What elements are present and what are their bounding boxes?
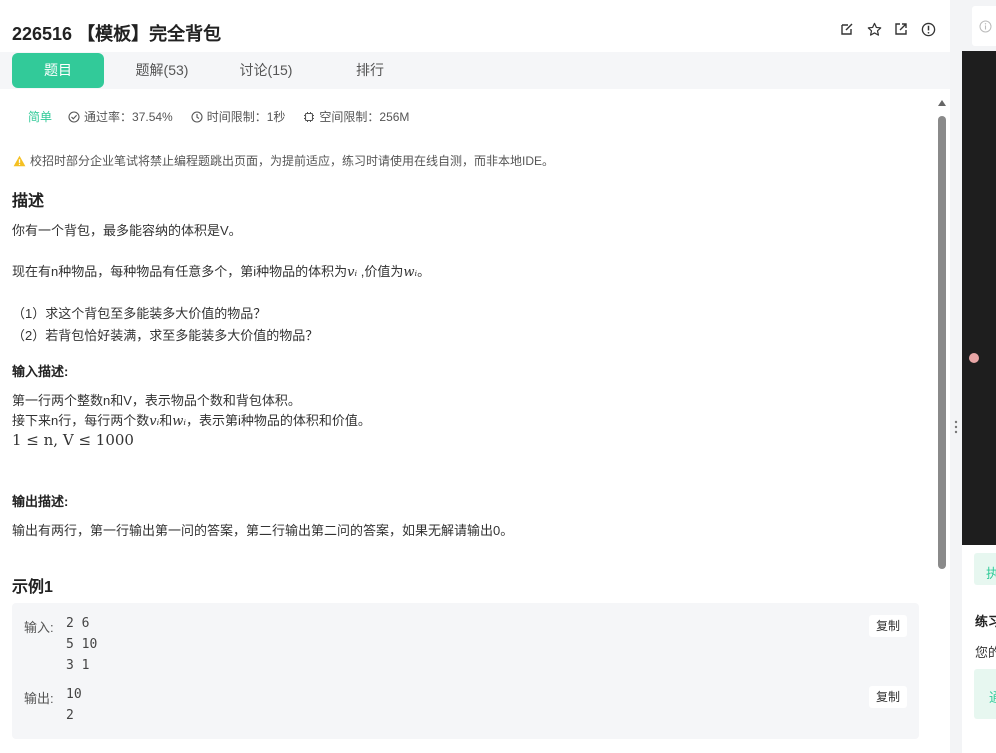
description-line-4: （2）若背包恰好装满，求至多能装多大价值的物品？	[12, 328, 319, 343]
run-panel: 执 练习 您的 通	[962, 545, 996, 753]
example-input-label: 输入:	[24, 620, 54, 635]
scroll-up-arrow[interactable]	[938, 100, 946, 106]
copy-input-button[interactable]: 复制	[869, 615, 907, 637]
description-line-1: 你有一个背包，最多能容纳的体积是V。	[12, 223, 242, 238]
difficulty-badge: 简单	[28, 110, 53, 124]
title-actions	[839, 21, 936, 37]
content-scrollbar[interactable]	[936, 96, 948, 753]
problem-meta: 简单 通过率：37.54% 时间限制：1秒 空间限制：256M	[28, 108, 427, 125]
example-heading: 示例1	[12, 579, 53, 596]
editor-topbar	[972, 6, 996, 46]
space-limit-text: 空间限制：256M	[319, 110, 410, 124]
math-v-i: vᵢ	[149, 414, 160, 429]
time-limit: 时间限制：1秒	[191, 108, 286, 125]
problem-panel: 226516 【模板】完全背包 题目 题解(53) 讨论(15) 排行 简单 通…	[0, 0, 950, 753]
pass-rate: 通过率：37.54%	[68, 108, 173, 125]
example-input-code[interactable]: 2 6 5 10 3 1	[66, 613, 97, 676]
practice-text: 您的	[975, 645, 996, 660]
example-output-label: 输出:	[24, 691, 54, 706]
breakpoint-dot	[969, 353, 979, 363]
notice-text: 校招时部分企业笔试将禁止编程题跳出页面，为提前适应，练习时请使用在线自测，而非本…	[30, 154, 555, 168]
time-limit-text: 时间限制：1秒	[206, 110, 286, 124]
scrollbar-thumb[interactable]	[938, 116, 946, 569]
notice: 校招时部分企业笔试将禁止编程题跳出页面，为提前适应，练习时请使用在线自测，而非本…	[13, 152, 554, 169]
description-heading: 描述	[12, 193, 45, 210]
report-icon[interactable]	[920, 21, 936, 37]
input-line-2: 接下来n行，每行两个数vᵢ和wᵢ，表示第i种物品的体积和价值。	[12, 413, 371, 429]
output-heading: 输出描述:	[12, 494, 69, 509]
tab-solutions[interactable]: 题解(53)	[116, 53, 208, 88]
problem-title: 226516 【模板】完全背包	[12, 24, 222, 44]
memory-icon	[304, 111, 315, 122]
panel-resize-handle[interactable]	[953, 418, 959, 436]
clock-icon	[191, 110, 203, 123]
example-output-code[interactable]: 10 2	[66, 684, 82, 726]
practice-title: 练习	[975, 614, 996, 629]
output-line-1: 输出有两行，第一行输出第一问的答案，第二行输出第二问的答案，如果无解请输出0。	[12, 523, 514, 538]
share-icon[interactable]	[893, 21, 909, 37]
page: 226516 【模板】完全背包 题目 题解(53) 讨论(15) 排行 简单 通…	[0, 0, 996, 753]
example-box: 输入: 2 6 5 10 3 1 复制 输出: 10 2 复制	[12, 603, 919, 739]
star-icon[interactable]	[866, 21, 882, 37]
input-constraint: 1 ≤ n, V ≤ 1000	[12, 431, 134, 449]
run-button[interactable]: 执	[974, 553, 996, 585]
space-limit: 空间限制：256M	[303, 108, 409, 125]
math-w-i: wᵢ	[403, 265, 418, 280]
description-line-2: 现在有n种物品，每种物品有任意多个，第i种物品的体积为vᵢ ,价值为wᵢ。	[12, 264, 431, 280]
edit-icon[interactable]	[839, 21, 855, 37]
info-icon[interactable]	[979, 20, 992, 33]
description-line-3: （1）求这个背包至多能装多大价值的物品？	[12, 306, 267, 321]
editor-panel: 执 练习 您的 通	[962, 0, 996, 753]
input-line-1: 第一行两个整数n和V，表示物品个数和背包体积。	[12, 393, 301, 408]
input-heading: 输入描述:	[12, 364, 69, 379]
math-v-i: vᵢ	[347, 265, 358, 280]
title-bar: 226516 【模板】完全背包	[0, 0, 950, 52]
tab-problem[interactable]: 题目	[12, 53, 104, 88]
pass-rate-text: 通过率：37.54%	[84, 110, 173, 124]
warning-icon	[13, 155, 26, 166]
problem-content: 简单 通过率：37.54% 时间限制：1秒 空间限制：256M 校招时部分企业笔…	[0, 89, 930, 753]
copy-output-button[interactable]: 复制	[869, 686, 907, 708]
practice-link-button[interactable]: 通	[974, 669, 996, 719]
math-w-i: wᵢ	[172, 414, 186, 429]
tab-ranking[interactable]: 排行	[324, 53, 416, 88]
code-editor[interactable]	[962, 51, 996, 545]
tab-discussion[interactable]: 讨论(15)	[220, 53, 312, 88]
tab-bar: 题目 题解(53) 讨论(15) 排行	[0, 52, 950, 89]
check-circle-icon	[68, 110, 80, 123]
